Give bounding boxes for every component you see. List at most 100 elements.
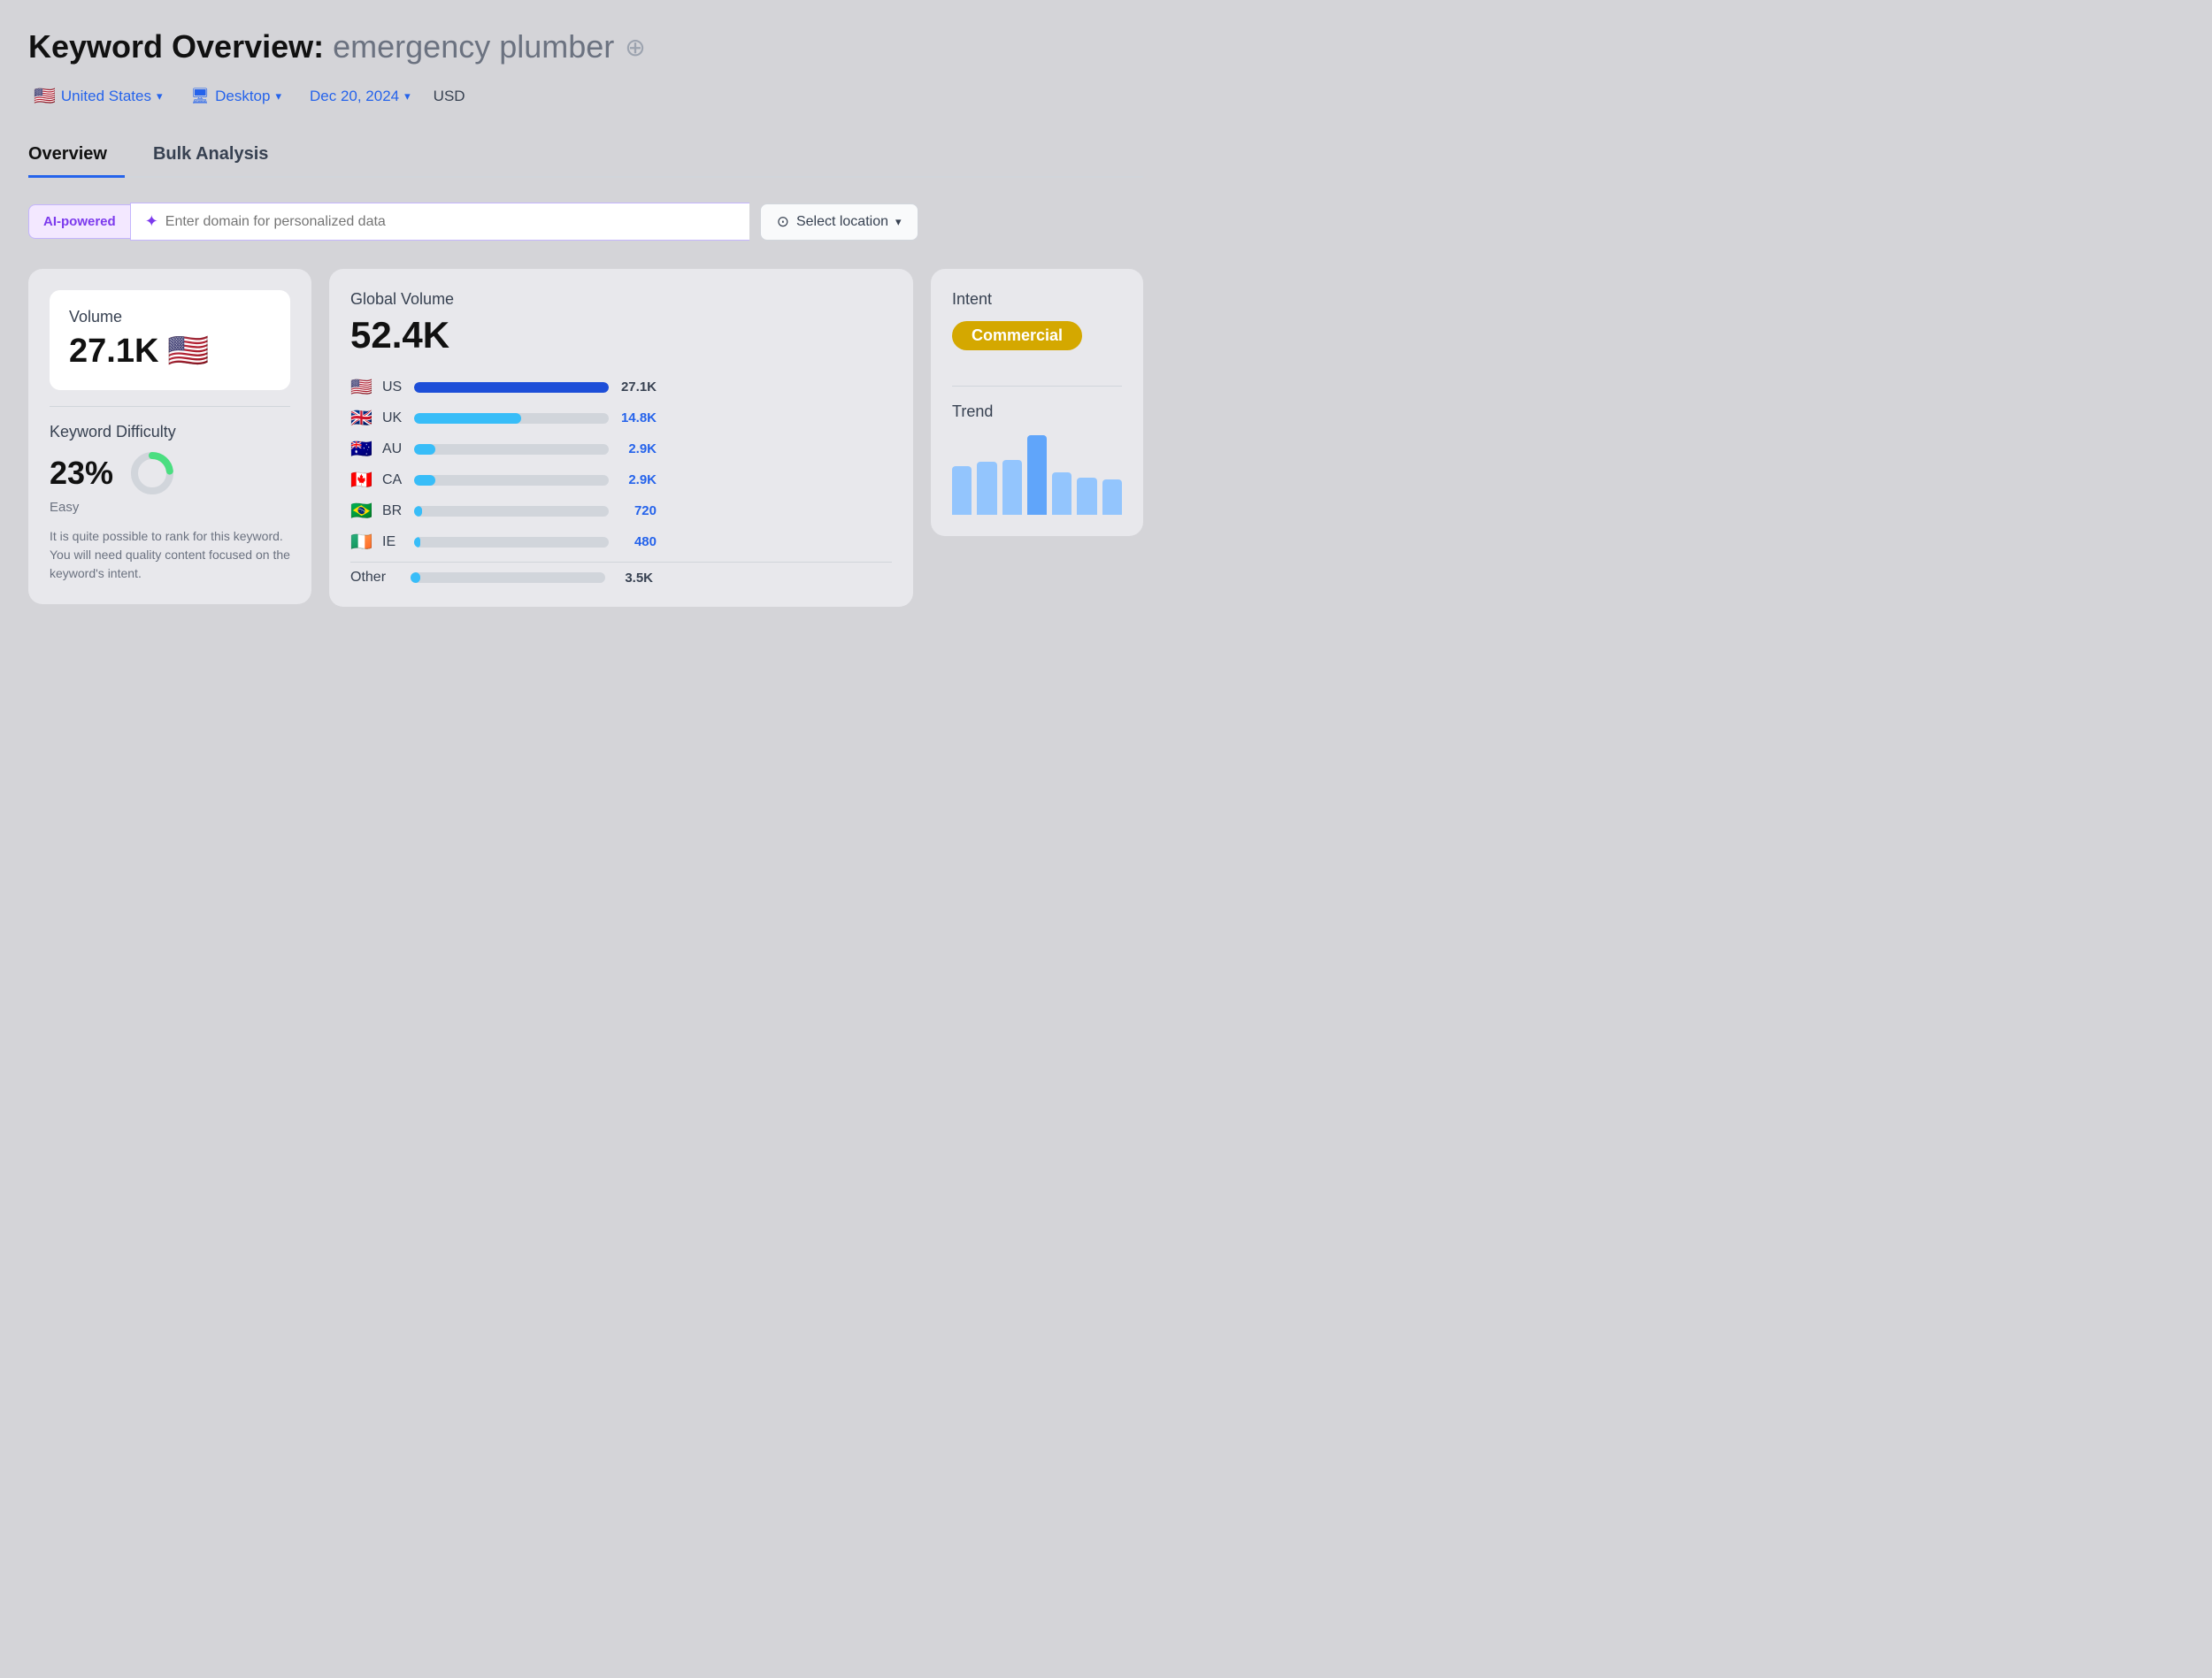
- cards-row: Volume 27.1K 🇺🇸 Keyword Difficulty 23% E…: [28, 269, 1143, 607]
- bar-bg-uk: [414, 413, 609, 424]
- date-chevron-icon: ▾: [404, 89, 411, 103]
- currency-label: USD: [434, 88, 465, 105]
- country-row-ca: 🇨🇦 CA 2.9K: [350, 469, 892, 491]
- volume-value: 27.1K 🇺🇸: [69, 332, 271, 371]
- bar-bg-br: [414, 506, 609, 517]
- location-pin-icon: ⊙: [777, 213, 789, 231]
- select-location-button[interactable]: ⊙ Select location ▾: [760, 203, 918, 241]
- country-row-au: 🇦🇺 AU 2.9K: [350, 438, 892, 460]
- bar-fill-uk: [414, 413, 521, 424]
- flag-ca: 🇨🇦: [350, 469, 375, 491]
- global-volume-label: Global Volume: [350, 290, 892, 309]
- country-row-us: 🇺🇸 US 27.1K: [350, 376, 892, 398]
- vol-us: 27.1K: [616, 379, 657, 395]
- middle-card: Global Volume 52.4K 🇺🇸 US 27.1K 🇬🇧 UK: [329, 269, 913, 607]
- donut-chart: [129, 450, 175, 496]
- trend-chart: [952, 435, 1122, 515]
- vol-ca: 2.9K: [616, 472, 657, 487]
- right-card: Intent Commercial Trend: [931, 269, 1143, 536]
- trend-bar-4: [1052, 472, 1071, 515]
- bar-fill-other: [411, 572, 420, 583]
- domain-input[interactable]: [165, 214, 735, 230]
- bar-fill-au: [414, 444, 435, 455]
- trend-bar-2: [1002, 460, 1022, 515]
- vol-other: 3.5K: [612, 571, 653, 586]
- page-title: Keyword Overview: emergency plumber: [28, 28, 614, 65]
- tabs-row: Overview Bulk Analysis: [28, 135, 1143, 178]
- tab-bulk-analysis[interactable]: Bulk Analysis: [153, 135, 286, 178]
- bar-bg-other: [411, 572, 605, 583]
- intent-label: Intent: [952, 290, 1122, 309]
- right-card-divider: [952, 386, 1122, 387]
- date-label: Dec 20, 2024: [310, 88, 399, 105]
- device-icon: 🖥: [191, 88, 211, 105]
- volume-box: Volume 27.1K 🇺🇸: [50, 290, 290, 390]
- bar-fill-ie: [414, 537, 420, 548]
- trend-bar-6: [1102, 479, 1122, 515]
- add-keyword-icon[interactable]: ⊕: [625, 33, 645, 62]
- code-ca: CA: [382, 472, 407, 488]
- card-divider-1: [50, 406, 290, 407]
- intent-badge: Commercial: [952, 321, 1082, 350]
- device-chevron-icon: ▾: [275, 89, 281, 103]
- kd-description: It is quite possible to rank for this ke…: [50, 527, 290, 583]
- location-chevron-icon: ▾: [157, 89, 163, 103]
- device-selector[interactable]: 🖥 Desktop ▾: [186, 84, 288, 109]
- volume-flag: 🇺🇸: [167, 332, 209, 371]
- code-br: BR: [382, 503, 407, 519]
- ai-input-wrapper: ✦: [130, 203, 749, 241]
- flag-br: 🇧🇷: [350, 500, 375, 522]
- flag-au: 🇦🇺: [350, 438, 375, 460]
- left-card: Volume 27.1K 🇺🇸 Keyword Difficulty 23% E…: [28, 269, 311, 604]
- code-au: AU: [382, 441, 407, 457]
- tab-overview[interactable]: Overview: [28, 135, 125, 178]
- vol-au: 2.9K: [616, 441, 657, 456]
- kd-difficulty-label: Easy: [50, 500, 290, 515]
- trend-label: Trend: [952, 402, 1122, 421]
- volume-number: 27.1K: [69, 333, 158, 371]
- select-location-chevron-icon: ▾: [895, 215, 902, 229]
- flag-us: 🇺🇸: [350, 376, 375, 398]
- bar-bg-ie: [414, 537, 609, 548]
- code-ie: IE: [382, 534, 407, 550]
- bar-fill-us: [414, 382, 609, 393]
- country-row-br: 🇧🇷 BR 720: [350, 500, 892, 522]
- kd-row: 23%: [50, 450, 290, 496]
- ai-powered-badge: AI-powered: [28, 204, 130, 239]
- bar-bg-au: [414, 444, 609, 455]
- date-selector[interactable]: Dec 20, 2024 ▾: [304, 84, 416, 109]
- location-flag: 🇺🇸: [34, 85, 56, 107]
- bar-bg-ca: [414, 475, 609, 486]
- location-label: United States: [61, 88, 151, 105]
- code-uk: UK: [382, 410, 407, 426]
- trend-bar-5: [1077, 478, 1096, 515]
- other-label: Other: [350, 570, 403, 586]
- country-row-uk: 🇬🇧 UK 14.8K: [350, 407, 892, 429]
- trend-bar-1: [977, 462, 996, 515]
- country-list: 🇺🇸 US 27.1K 🇬🇧 UK 14.8K: [350, 376, 892, 586]
- page-header: Keyword Overview: emergency plumber ⊕: [28, 28, 1143, 65]
- title-prefix: Keyword Overview:: [28, 28, 324, 65]
- country-row-other: Other 3.5K: [350, 562, 892, 586]
- title-keyword: emergency plumber: [333, 28, 614, 65]
- trend-bar-3: [1027, 435, 1047, 515]
- select-location-label: Select location: [796, 214, 888, 230]
- vol-br: 720: [616, 503, 657, 518]
- flag-ie: 🇮🇪: [350, 531, 375, 553]
- global-volume-value: 52.4K: [350, 314, 892, 356]
- volume-label: Volume: [69, 308, 271, 326]
- trend-bar-0: [952, 466, 972, 515]
- ai-bar: AI-powered ✦ ⊙ Select location ▾: [28, 203, 1143, 241]
- kd-percent: 23%: [50, 455, 113, 492]
- flag-uk: 🇬🇧: [350, 407, 375, 429]
- bar-bg-us: [414, 382, 609, 393]
- bar-fill-br: [414, 506, 422, 517]
- bar-fill-ca: [414, 475, 435, 486]
- vol-uk: 14.8K: [616, 410, 657, 425]
- code-us: US: [382, 379, 407, 395]
- page-wrapper: Keyword Overview: emergency plumber ⊕ 🇺🇸…: [28, 28, 1143, 607]
- sparkle-icon: ✦: [145, 212, 158, 231]
- toolbar: 🇺🇸 United States ▾ 🖥 Desktop ▾ Dec 20, 2…: [28, 81, 1143, 111]
- location-selector[interactable]: 🇺🇸 United States ▾: [28, 81, 168, 111]
- country-row-ie: 🇮🇪 IE 480: [350, 531, 892, 553]
